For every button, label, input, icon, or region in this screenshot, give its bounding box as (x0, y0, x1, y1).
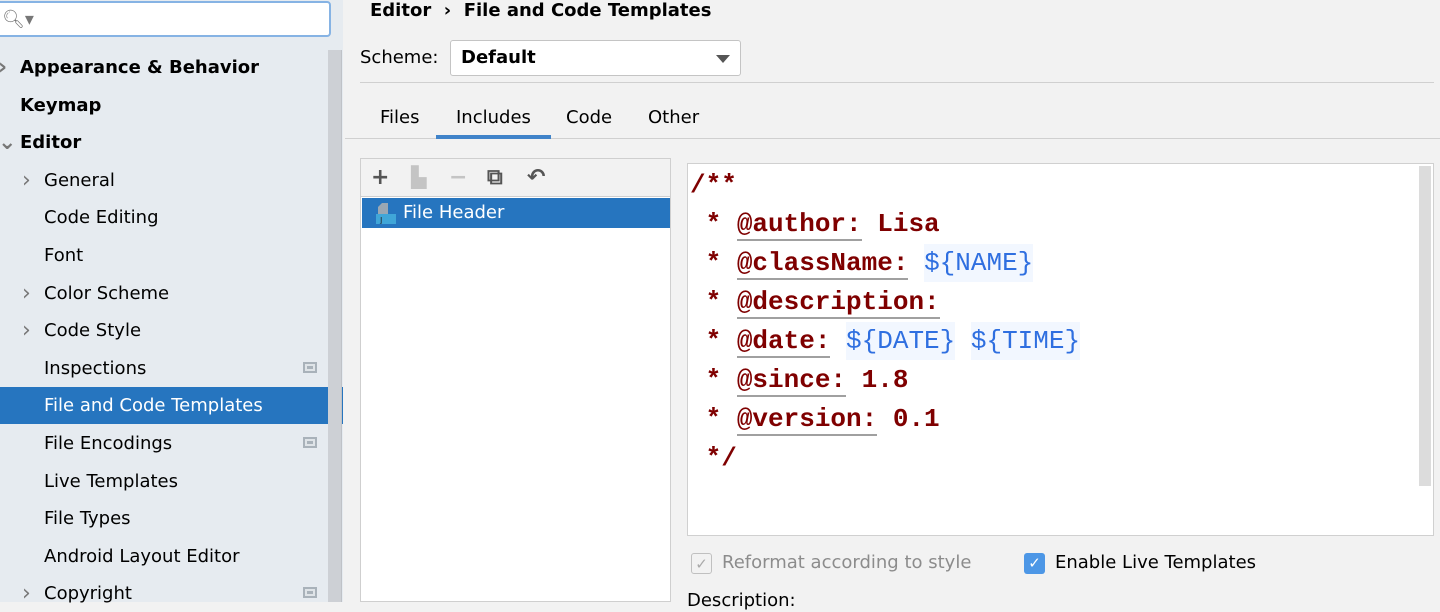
chevron-right-icon[interactable]: › (0, 49, 7, 86)
reset-icon[interactable]: ↶ (527, 165, 545, 190)
chevron-down-icon (716, 55, 730, 63)
sidebar-item-label: File Encodings (44, 433, 173, 454)
sidebar-item-editor[interactable]: ⌄ Editor (0, 124, 328, 161)
code-tag: @since: (736, 365, 847, 397)
breadcrumb-separator: › (443, 0, 452, 21)
chevron-right-icon[interactable]: › (22, 275, 31, 312)
code-tag: @author: (736, 209, 862, 241)
sidebar-item-label: Copyright (44, 583, 132, 605)
code-value: 1.8 (846, 365, 909, 395)
sidebar-item-android-layout-editor[interactable]: Android Layout Editor (0, 538, 328, 575)
breadcrumb-parent[interactable]: Editor (370, 0, 431, 21)
live-templates-label: Enable Live Templates (1055, 552, 1257, 573)
sidebar-item-code-style[interactable]: › Code Style (0, 312, 328, 349)
chevron-down-icon[interactable]: ⌄ (0, 124, 16, 161)
code-value: 0.1 (877, 404, 940, 434)
sidebar-item-label: Appearance & Behavior (20, 57, 260, 78)
settings-search-input[interactable]: 🔍︎▾ (0, 1, 331, 37)
sidebar-item-label: Font (44, 245, 84, 266)
sidebar-item-label: Code Editing (44, 207, 159, 229)
settings-sidebar: 🔍︎▾ ›Appearance & BehaviorKeymap⌄Editor›… (0, 0, 343, 606)
tab-files[interactable]: Files (380, 107, 420, 139)
file-template-icon: J (376, 203, 396, 224)
code-line: /** (690, 170, 737, 200)
tab-other[interactable]: Other (648, 107, 699, 139)
add-icon[interactable]: + (371, 165, 389, 190)
description-label: Description: (687, 590, 796, 611)
scheme-label: Scheme: (360, 47, 439, 68)
svg-text:J: J (379, 216, 382, 224)
sidebar-item-font[interactable]: Font (0, 237, 328, 274)
sidebar-scrollbar[interactable] (328, 50, 342, 602)
sidebar-item-label: Color Scheme (44, 282, 170, 304)
sidebar-item-inspections[interactable]: Inspections (0, 350, 328, 387)
code-value: Lisa (861, 209, 940, 239)
template-item-label: File Header (403, 202, 505, 223)
sidebar-item-label: Editor (20, 132, 82, 154)
checkbox-checked-icon: ✓ (691, 552, 712, 574)
sidebar-item-label: File and Code Templates (44, 395, 263, 417)
sidebar-item-label: File Types (44, 508, 131, 530)
template-toolbar: + ▙ − ⧉ ↶ (361, 159, 670, 197)
chevron-right-icon[interactable]: › (22, 312, 31, 349)
template-variable: ${DATE} (846, 322, 956, 360)
template-code: /** * @author: Lisa * @className: ${NAME… (690, 170, 1081, 473)
sidebar-item-color-scheme[interactable]: › Color Scheme (0, 275, 328, 312)
reformat-label: Reformat according to style (722, 552, 972, 573)
enable-live-templates-checkbox[interactable]: ✓ Enable Live Templates (1024, 551, 1256, 575)
code-line: */ (705, 443, 737, 473)
sidebar-item-label: Inspections (44, 357, 147, 379)
sidebar-item-live-templates[interactable]: Live Templates (0, 463, 328, 500)
template-code-editor[interactable]: /** * @author: Lisa * @className: ${NAME… (687, 163, 1434, 536)
editor-scrollbar[interactable] (1419, 166, 1431, 486)
sidebar-item-appearance-behavior[interactable]: › Appearance & Behavior (0, 49, 328, 86)
code-tag: @date: (736, 326, 831, 358)
chevron-right-icon[interactable]: › (22, 162, 31, 199)
sidebar-item-label: Android Layout Editor (44, 545, 240, 567)
sidebar-item-label: Live Templates (44, 470, 178, 492)
template-variable: ${TIME} (970, 322, 1081, 360)
template-tabs: Files Includes Code Other (345, 98, 1440, 139)
search-icon: 🔍︎▾ (2, 9, 34, 30)
template-item-file-header[interactable]: J File Header (362, 198, 670, 228)
copy-icon[interactable]: ⧉ (487, 165, 503, 190)
sidebar-item-code-editing[interactable]: Code Editing (0, 199, 328, 236)
template-list-pane: + ▙ − ⧉ ↶ J File Header (360, 158, 671, 602)
sidebar-item-file-and-code-templates[interactable]: File and Code Templates (0, 387, 343, 425)
checkbox-checked-icon: ✓ (1024, 552, 1045, 574)
add-child-icon: ▙ (411, 165, 427, 189)
sidebar-item-keymap[interactable]: Keymap (0, 87, 328, 124)
sidebar-item-label: Keymap (20, 94, 102, 116)
sidebar-item-general[interactable]: › General (0, 162, 328, 199)
tab-includes[interactable]: Includes (436, 107, 551, 139)
breadcrumb-current: File and Code Templates (463, 0, 712, 21)
code-tag: @version: (736, 404, 878, 436)
code-tag: @className: (736, 248, 909, 280)
sidebar-item-file-types[interactable]: File Types (0, 500, 328, 537)
sidebar-item-copyright[interactable]: › Copyright (0, 575, 328, 612)
scheme-value: Default (461, 47, 536, 68)
sidebar-item-label: Code Style (44, 320, 142, 342)
breadcrumb: Editor › File and Code Templates (370, 0, 711, 21)
project-scope-icon (303, 587, 317, 599)
sidebar-item-file-encodings[interactable]: File Encodings (0, 425, 328, 462)
scheme-select[interactable]: Default (450, 40, 741, 76)
divider (360, 82, 1434, 83)
reformat-checkbox: ✓ Reformat according to style (691, 551, 971, 575)
remove-icon: − (449, 165, 468, 190)
project-scope-icon (303, 437, 317, 448)
project-scope-icon (303, 361, 317, 373)
tab-code[interactable]: Code (566, 107, 612, 139)
code-tag: @description: (736, 287, 940, 319)
sidebar-item-label: General (44, 169, 115, 191)
chevron-right-icon[interactable]: › (22, 575, 31, 612)
template-variable: ${NAME} (924, 244, 1034, 282)
